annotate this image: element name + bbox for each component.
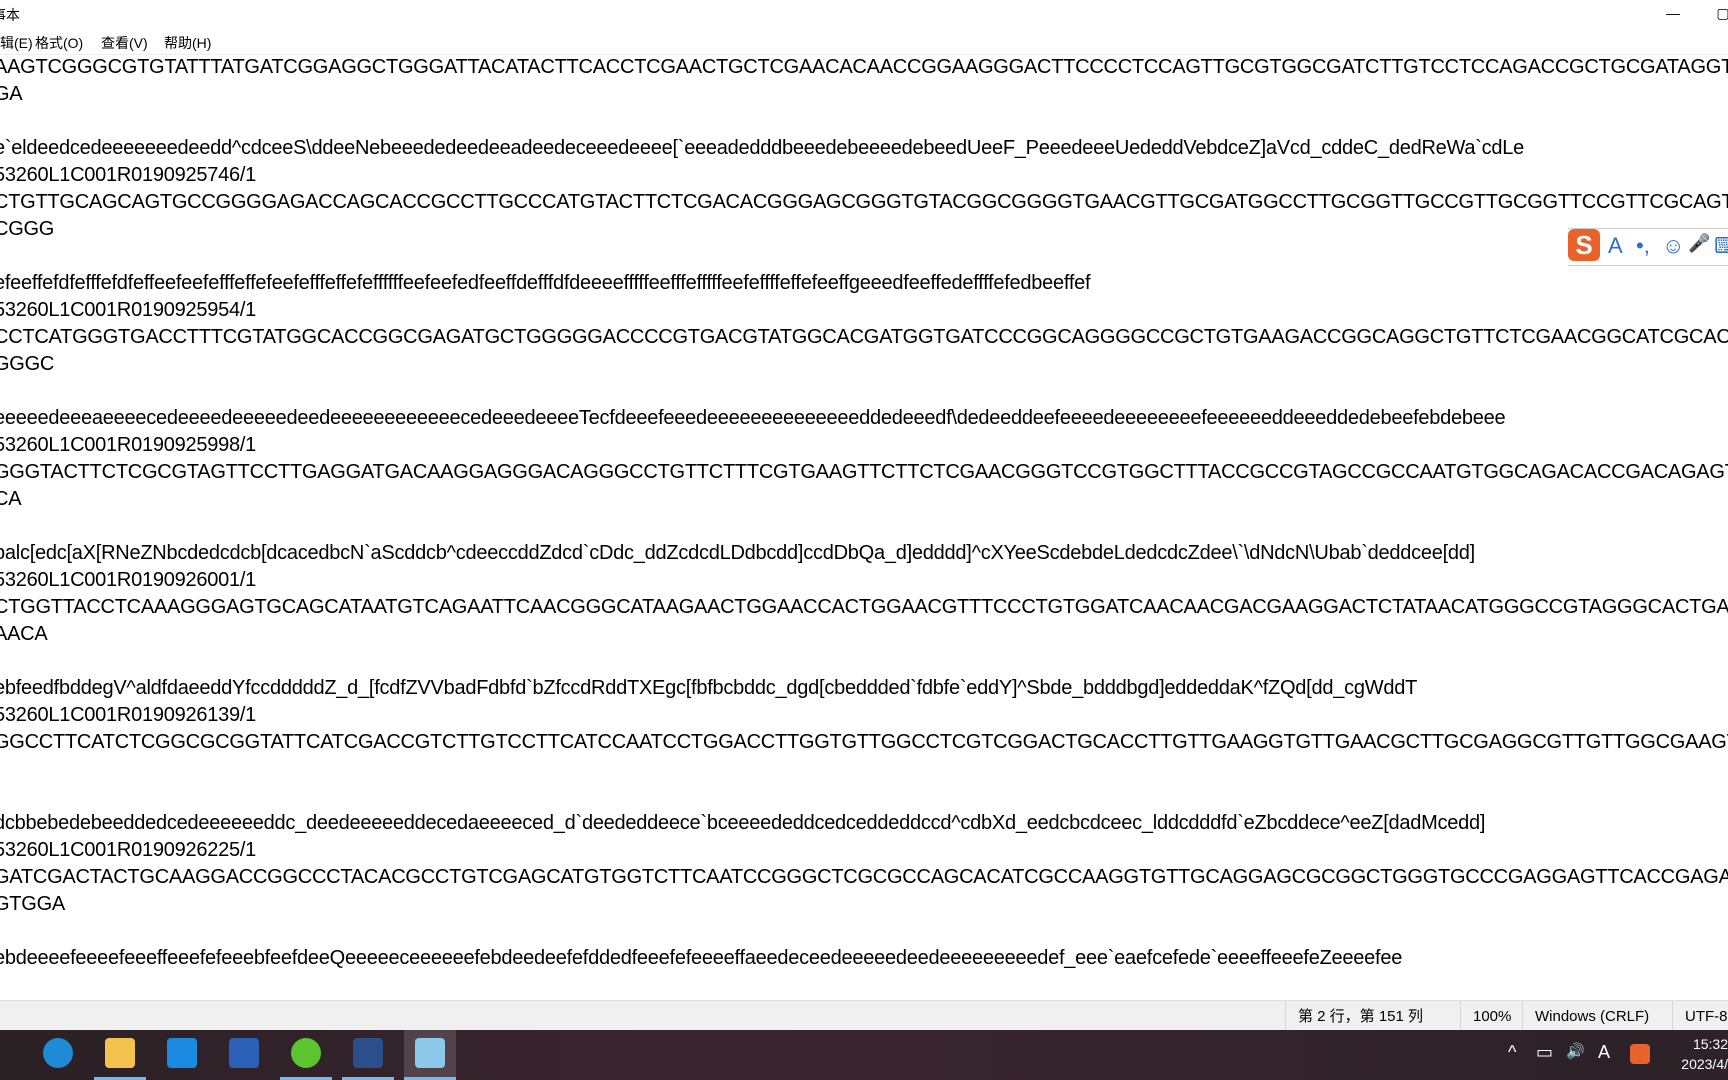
text-line: 53260L1C001R0190925998/1 (0, 434, 257, 456)
text-editor[interactable]: AAGTCGGGCGTGTATTTATGATCGGAGGCTGGGATTACAT… (0, 54, 1728, 1000)
text-line: 53260L1C001R0190926001/1 (0, 569, 257, 591)
text-line: 53260L1C001R0190925954/1 (0, 299, 257, 321)
text-line (0, 513, 1728, 540)
text-line (0, 243, 1728, 270)
microphone-icon[interactable]: 🎤 (1688, 233, 1710, 254)
text-line: ebdeeeefeeeefeeeffeeefefeeebfeefdeeQeeee… (0, 947, 1403, 969)
volume-icon[interactable]: 🔊 (1566, 1042, 1585, 1060)
clock-date: 2023/4/ (1681, 1056, 1728, 1072)
text-line (0, 783, 1728, 810)
text-line: 53260L1C001R0190926225/1 (0, 839, 257, 861)
text-line: AACA (0, 623, 48, 645)
menu-edit[interactable]: 编辑(E) (0, 33, 33, 53)
text-line: efeeffefdfefffefdfeffeefeefefffeffefeefe… (0, 272, 1091, 294)
taskbar: ^ ▭ 🔊 A 15:32 2023/4/ (0, 1030, 1728, 1080)
taskbar-app-mail[interactable] (156, 1030, 208, 1080)
show-hidden-icons-icon[interactable]: ^ (1508, 1042, 1516, 1063)
text-line: CTGGTTACCTCAAAGGGAGTGCAGCATAATGTCAGAATTC… (0, 596, 1728, 618)
battery-icon[interactable]: ▭ (1536, 1042, 1553, 1063)
text-line: GTGGA (0, 893, 65, 915)
clock[interactable]: 15:32 2023/4/ (1681, 1034, 1728, 1074)
ime-mode-icon[interactable]: A (1608, 233, 1623, 259)
taskbar-app-file-explorer[interactable] (94, 1030, 146, 1080)
text-line: eeeeedeeeaeeeecedeeeedeeeeedeedeeeeeeeee… (0, 407, 1506, 429)
taskbar-app-word[interactable] (218, 1030, 270, 1080)
input-method-icon[interactable]: A (1598, 1042, 1610, 1063)
window-title: 事本 (0, 7, 20, 23)
zoom-level: 100% (1460, 1001, 1523, 1033)
text-line: ebfeedfbddegV^aldfdaeeddYfccdddddZ_d_[fc… (0, 677, 1418, 699)
text-line: CTGTTGCAGCAGTGCCGGGGAGACCAGCACCGCCTTGCCC… (0, 191, 1728, 213)
text-line: GA (0, 83, 23, 105)
text-line: GATCGACTACTGCAAGGACCGGCCCTACACGCCTGTCGAG… (0, 866, 1728, 888)
text-line (0, 918, 1728, 945)
emoji-icon[interactable]: ☺ (1662, 233, 1684, 259)
sogou-tray-icon[interactable] (1630, 1044, 1650, 1064)
menu-help[interactable]: 帮助(H) (164, 33, 211, 53)
text-line: dcbbebedebeeddedcedeeeeeeddc_deedeeeeedd… (0, 812, 1486, 834)
file-explorer-icon (105, 1038, 135, 1068)
text-line: AAGTCGGGCGTGTATTTATGATCGGAGGCTGGGATTACAT… (0, 56, 1728, 78)
maximize-icon: ▢ (1716, 5, 1728, 21)
browser-e-icon (291, 1038, 321, 1068)
taskbar-app-edge[interactable] (32, 1030, 84, 1080)
word-icon (229, 1038, 259, 1068)
text-line (0, 378, 1728, 405)
text-line: GGGC (0, 353, 55, 375)
sogou-logo-icon[interactable]: S (1568, 229, 1600, 261)
text-line: CCTCATGGGTGACCTTTCGTATGGCACCGGCGAGATGCTG… (0, 326, 1728, 348)
text-line (0, 756, 1728, 783)
text-line: CA (0, 488, 22, 510)
taskbar-app-notepad[interactable] (404, 1030, 456, 1080)
taskbar-app-feather-app[interactable] (342, 1030, 394, 1080)
cursor-position: 第 2 行，第 151 列 (1285, 1001, 1448, 1033)
edge-icon (43, 1038, 73, 1068)
text-line (0, 648, 1728, 675)
menu-bar: 编辑(E) 格式(O) 查看(V) 帮助(H) (0, 30, 1728, 55)
taskbar-app-browser-e[interactable] (280, 1030, 332, 1080)
text-line: GGCCTTCATCTCGGCGCGGTATTCATCGACCGTCTTGTCC… (0, 731, 1728, 753)
title-bar: 事本 — ▢ (0, 0, 1728, 30)
text-line: e`eldeedcedeeeeeeedeedd^cdceeS\ddeeNebee… (0, 137, 1525, 159)
line-ending: Windows (CRLF) (1522, 1001, 1665, 1033)
notepad-icon (415, 1038, 445, 1068)
punctuation-icon[interactable]: •, (1636, 233, 1650, 259)
menu-format[interactable]: 格式(O) (35, 33, 83, 53)
mail-icon (167, 1038, 197, 1068)
text-line: 53260L1C001R0190926139/1 (0, 704, 257, 726)
minimize-button[interactable]: — (1650, 0, 1696, 30)
text-line: GGGTACTTCTCGCGTAGTTCCTTGAGGATGACAAGGAGGG… (0, 461, 1728, 483)
encoding: UTF-8 (1672, 1001, 1728, 1033)
text-line (0, 108, 1728, 135)
feather-app-icon (353, 1038, 383, 1068)
text-line: balc[edc[aX[RNeZNbcdedcdcb[dcacedbcN`aSc… (0, 542, 1475, 564)
maximize-button[interactable]: ▢ (1700, 0, 1728, 30)
text-line: 53260L1C001R0190925746/1 (0, 164, 257, 186)
minimize-icon: — (1666, 5, 1680, 21)
clock-time: 15:32 (1692, 1036, 1728, 1052)
text-line: CGGG (0, 218, 55, 240)
ime-toolbar: S A •, ☺ 🎤 ⌨ (1568, 228, 1728, 266)
keyboard-icon[interactable]: ⌨ (1714, 233, 1728, 259)
menu-view[interactable]: 查看(V) (101, 33, 148, 53)
status-bar: 第 2 行，第 151 列 100% Windows (CRLF) UTF-8 (0, 1000, 1728, 1033)
